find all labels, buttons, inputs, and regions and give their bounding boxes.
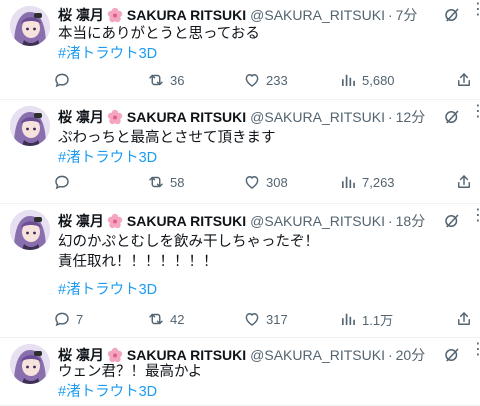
separator: · bbox=[387, 109, 393, 125]
author-name[interactable]: 桜 凛月 bbox=[58, 107, 104, 127]
avatar[interactable] bbox=[10, 344, 50, 384]
like-button[interactable]: 317 bbox=[242, 309, 288, 329]
author-display-name[interactable]: SAKURA RITSUKI bbox=[127, 109, 246, 125]
separator: · bbox=[387, 347, 393, 363]
more-icon[interactable]: ⋮ bbox=[470, 208, 480, 227]
views-icon bbox=[338, 172, 358, 192]
more-icon[interactable]: ⋮ bbox=[470, 2, 480, 21]
like-count: 317 bbox=[266, 311, 288, 327]
share-button[interactable] bbox=[454, 172, 474, 192]
tweet-header: 桜 凛月 SAKURA RITSUKI @SAKURA_RITSUKI · 12分 bbox=[58, 108, 425, 126]
timestamp[interactable]: 20分 bbox=[396, 345, 426, 365]
reply-button[interactable] bbox=[52, 70, 76, 90]
retweet-icon bbox=[146, 70, 166, 90]
avatar[interactable] bbox=[10, 106, 50, 146]
author-display-name[interactable]: SAKURA RITSUKI bbox=[127, 7, 246, 23]
reply-icon bbox=[52, 309, 72, 329]
hashtag-link[interactable]: #渚トラウト3D bbox=[58, 148, 157, 168]
more-icon[interactable]: ⋮ bbox=[470, 342, 480, 361]
tweet-text-line: 本当にありがとうと思っておる bbox=[58, 26, 260, 42]
heart-icon bbox=[242, 172, 262, 192]
timestamp[interactable]: 12分 bbox=[396, 107, 426, 127]
views-count: 5,680 bbox=[362, 72, 395, 88]
cherry-blossom-icon bbox=[107, 109, 123, 125]
tweet[interactable]: 桜 凛月 SAKURA RITSUKI @SAKURA_RITSUKI · 7分 ⋮ 本当に… bbox=[0, 0, 480, 100]
hashtag-link[interactable]: #渚トラウト3D bbox=[58, 382, 157, 402]
reply-icon bbox=[52, 172, 72, 192]
grok-icon[interactable] bbox=[443, 212, 461, 230]
retweet-button[interactable]: 42 bbox=[146, 309, 184, 329]
author-name[interactable]: 桜 凛月 bbox=[58, 211, 104, 231]
avatar[interactable] bbox=[10, 210, 50, 250]
grok-icon[interactable] bbox=[443, 6, 461, 24]
cherry-blossom-icon bbox=[107, 347, 123, 363]
avatar[interactable] bbox=[10, 6, 50, 46]
tweet-text-line: ウェン君？！最高かよ bbox=[58, 364, 203, 380]
separator: · bbox=[387, 7, 393, 23]
tweet[interactable]: 桜 凛月 SAKURA RITSUKI @SAKURA_RITSUKI · 12分 ⋮ ぷわ… bbox=[0, 100, 480, 204]
views-icon bbox=[338, 309, 358, 329]
like-button[interactable]: 308 bbox=[242, 172, 288, 192]
author-name[interactable]: 桜 凛月 bbox=[58, 5, 104, 25]
retweet-count: 42 bbox=[170, 311, 185, 327]
grok-icon[interactable] bbox=[443, 108, 461, 126]
author-display-name[interactable]: SAKURA RITSUKI bbox=[127, 213, 246, 229]
retweet-count: 36 bbox=[170, 72, 185, 88]
like-button[interactable]: 233 bbox=[242, 70, 288, 90]
author-handle[interactable]: @SAKURA_RITSUKI bbox=[250, 213, 385, 229]
retweet-icon bbox=[146, 309, 166, 329]
tweet-text-line: ぷわっちと最高とさせて頂きます bbox=[58, 130, 276, 146]
like-count: 233 bbox=[266, 72, 288, 88]
tweet-text-line: 責任取れ！！！！！！！ bbox=[58, 254, 218, 270]
share-icon bbox=[454, 309, 474, 329]
author-display-name[interactable]: SAKURA RITSUKI bbox=[127, 347, 246, 363]
tweet-header: 桜 凛月 SAKURA RITSUKI @SAKURA_RITSUKI · 18分 bbox=[58, 212, 425, 230]
views-button[interactable]: 5,680 bbox=[338, 70, 395, 90]
share-icon bbox=[454, 70, 474, 90]
heart-icon bbox=[242, 309, 262, 329]
separator: · bbox=[387, 213, 393, 229]
views-count: 7,263 bbox=[362, 174, 395, 190]
author-handle[interactable]: @SAKURA_RITSUKI bbox=[250, 109, 385, 125]
views-button[interactable]: 1.1万 bbox=[338, 309, 393, 329]
reply-button[interactable] bbox=[52, 172, 76, 192]
author-handle[interactable]: @SAKURA_RITSUKI bbox=[250, 347, 385, 363]
hashtag-link[interactable]: #渚トラウト3D bbox=[58, 44, 157, 64]
retweet-count: 58 bbox=[170, 174, 185, 190]
retweet-icon bbox=[146, 172, 166, 192]
reply-count: 7 bbox=[76, 311, 84, 327]
retweet-button[interactable]: 58 bbox=[146, 172, 184, 192]
views-icon bbox=[338, 70, 358, 90]
more-icon[interactable]: ⋮ bbox=[470, 104, 480, 123]
share-icon bbox=[454, 172, 474, 192]
heart-icon bbox=[242, 70, 262, 90]
views-button[interactable]: 7,263 bbox=[338, 172, 395, 192]
timestamp[interactable]: 7分 bbox=[396, 5, 418, 25]
reply-icon bbox=[52, 70, 72, 90]
tweet-header: 桜 凛月 SAKURA RITSUKI @SAKURA_RITSUKI · 7分 bbox=[58, 6, 417, 24]
author-handle[interactable]: @SAKURA_RITSUKI bbox=[250, 7, 385, 23]
tweet-actions: 36 233 5,680 bbox=[52, 70, 480, 90]
hashtag-link[interactable]: #渚トラウト3D bbox=[58, 280, 157, 300]
tweet-text-line: 幻のかぷとむしを飲み干しちゃったぞ！ bbox=[58, 234, 319, 250]
tweet-actions: 58 308 7,263 bbox=[52, 172, 480, 192]
views-count: 1.1万 bbox=[362, 312, 394, 328]
reply-button[interactable]: 7 bbox=[52, 309, 83, 329]
cherry-blossom-icon bbox=[107, 213, 123, 229]
cherry-blossom-icon bbox=[107, 7, 123, 23]
retweet-button[interactable]: 36 bbox=[146, 70, 184, 90]
share-button[interactable] bbox=[454, 309, 474, 329]
share-button[interactable] bbox=[454, 70, 474, 90]
grok-icon[interactable] bbox=[443, 346, 461, 364]
tweet[interactable]: 桜 凛月 SAKURA RITSUKI @SAKURA_RITSUKI · 18分 ⋮ 幻の… bbox=[0, 204, 480, 338]
timestamp[interactable]: 18分 bbox=[396, 211, 426, 231]
tweet-actions: 7 42 317 1.1万 bbox=[52, 309, 480, 329]
like-count: 308 bbox=[266, 174, 288, 190]
tweet[interactable]: 桜 凛月 SAKURA RITSUKI @SAKURA_RITSUKI · 20分 ⋮ ウェ… bbox=[0, 338, 480, 406]
